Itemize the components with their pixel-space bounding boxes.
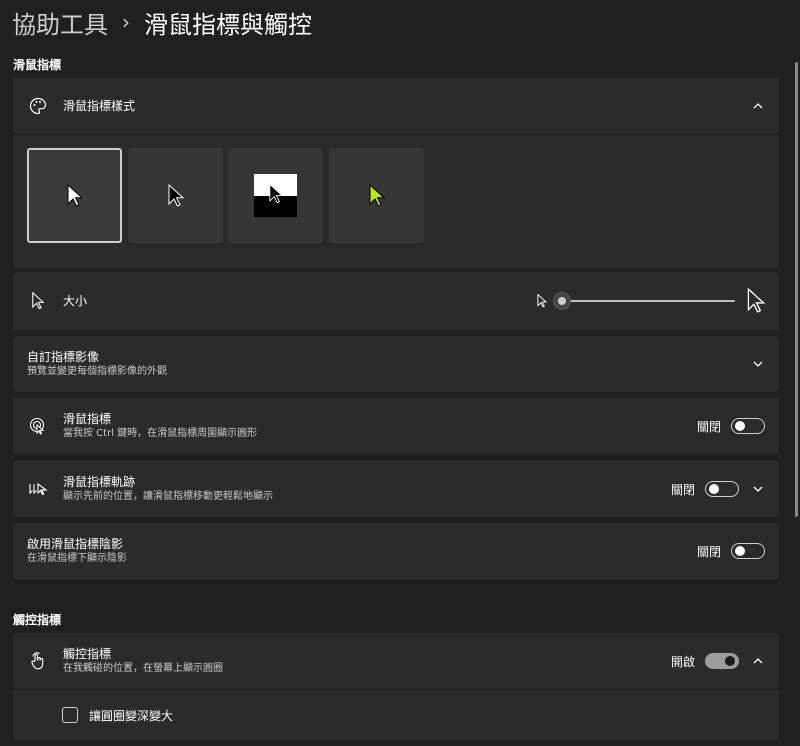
- darker-circle-checkbox[interactable]: [62, 707, 78, 723]
- breadcrumb-separator: ›: [122, 10, 130, 34]
- pointer-indicator-card: 滑鼠指標 當我按 Ctrl 鍵時，在滑鼠指標周圍顯示圓形 關閉: [13, 398, 779, 454]
- chevron-up-icon[interactable]: [751, 99, 765, 113]
- pointer-style-custom-option[interactable]: [329, 148, 424, 243]
- pointer-shadow-state: 關閉: [696, 544, 721, 559]
- touch-indicator-state: 開啟: [670, 654, 695, 669]
- pointer-indicator-subtitle: 當我按 Ctrl 鍵時，在滑鼠指標周圍顯示圓形: [63, 428, 258, 439]
- scrollbar-thumb[interactable]: [795, 62, 798, 517]
- touch-indicator-toggle[interactable]: [705, 653, 739, 669]
- pointer-indicator-state: 關閉: [696, 419, 721, 434]
- pointer-size-card: 大小: [13, 272, 779, 330]
- pointer-trails-toggle[interactable]: [705, 481, 739, 497]
- palette-icon: [27, 95, 49, 117]
- darker-circle-label: 讓圓圈變深變大: [89, 708, 174, 723]
- darker-circle-option[interactable]: 讓圓圈變深變大: [62, 690, 779, 740]
- pointer-style-white-option[interactable]: [27, 148, 122, 243]
- custom-pointer-subtitle: 預覽並變更每個指標影像的外觀: [27, 366, 167, 377]
- section-label-touch-indicator: 觸控指標: [13, 613, 62, 627]
- pointer-size-slider[interactable]: [553, 291, 739, 311]
- pointer-trails-subtitle: 顯示先前的位置，讓滑鼠指標移動更輕鬆地顯示: [63, 491, 273, 502]
- page-title: 滑鼠指標與觸控: [144, 10, 312, 39]
- pointer-style-black-option[interactable]: [128, 148, 223, 243]
- pointer-trails-state: 關閉: [670, 482, 695, 497]
- custom-pointer-title: 自訂指標影像: [27, 350, 100, 364]
- inverted-pointer-preview: [254, 174, 297, 217]
- inverted-pointer-icon: [269, 183, 283, 204]
- breadcrumb-parent[interactable]: 協助工具: [12, 5, 108, 40]
- white-pointer-icon: [67, 183, 83, 207]
- pointer-trails-title: 滑鼠指標軌跡: [63, 475, 136, 489]
- pointer-trails-card[interactable]: 滑鼠指標軌跡 顯示先前的位置，讓滑鼠指標移動更輕鬆地顯示 關閉: [13, 461, 779, 517]
- chevron-down-icon[interactable]: [751, 482, 765, 496]
- breadcrumb: 協助工具 › 滑鼠指標與觸控: [12, 4, 312, 40]
- slider-track: [559, 300, 735, 302]
- touch-indicator-options-panel: 讓圓圈變深變大: [13, 690, 779, 740]
- pointer-trails-icon: [27, 478, 49, 500]
- custom-pointer-image-card[interactable]: 自訂指標影像 預覽並變更每個指標影像的外觀: [13, 336, 779, 392]
- lime-pointer-icon: [369, 183, 385, 207]
- slider-thumb[interactable]: [553, 292, 571, 310]
- touch-indicator-title: 觸控指標: [63, 647, 112, 661]
- pointer-size-control: [537, 288, 765, 314]
- pointer-size-title: 大小: [63, 294, 88, 308]
- chevron-up-icon[interactable]: [751, 654, 765, 668]
- pointer-shadow-toggle[interactable]: [731, 543, 765, 559]
- pointer-style-card[interactable]: 滑鼠指標樣式: [13, 78, 779, 134]
- pointer-icon: [27, 290, 49, 312]
- large-pointer-icon: [747, 288, 765, 313]
- pointer-shadow-subtitle: 在滑鼠指標下顯示陰影: [27, 553, 127, 564]
- pointer-style-inverted-option[interactable]: [228, 148, 323, 243]
- pointer-indicator-title: 滑鼠指標: [63, 412, 112, 426]
- pointer-indicator-icon: [27, 415, 49, 437]
- touch-indicator-card[interactable]: 觸控指標 在我觸碰的位置，在螢幕上顯示圓圈 開啟: [13, 633, 779, 689]
- section-label-mouse-pointer: 滑鼠指標: [13, 58, 62, 72]
- pointer-indicator-toggle[interactable]: [731, 418, 765, 434]
- chevron-down-icon[interactable]: [751, 357, 765, 371]
- black-pointer-icon: [168, 183, 184, 207]
- touch-hand-icon: [27, 650, 49, 672]
- pointer-style-title: 滑鼠指標樣式: [63, 99, 136, 113]
- pointer-shadow-card: 啟用滑鼠指標陰影 在滑鼠指標下顯示陰影 關閉: [13, 523, 779, 579]
- small-pointer-icon: [537, 294, 547, 308]
- touch-indicator-subtitle: 在我觸碰的位置，在螢幕上顯示圓圈: [63, 663, 223, 674]
- pointer-shadow-title: 啟用滑鼠指標陰影: [27, 537, 124, 551]
